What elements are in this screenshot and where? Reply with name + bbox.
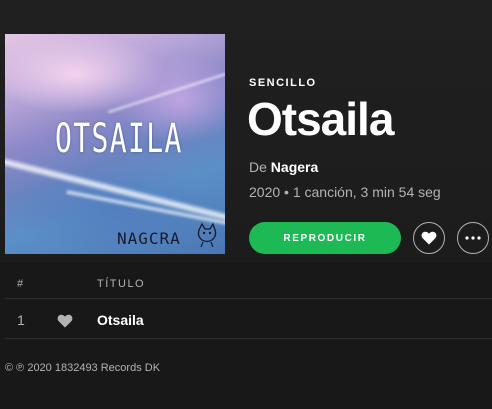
heart-icon (421, 231, 437, 245)
column-header-title[interactable]: TÍTULO (97, 278, 145, 290)
album-title: Otsaila (247, 93, 394, 145)
track-number: 1 (17, 312, 25, 328)
play-button[interactable]: REPRODUCIR (249, 222, 401, 254)
album-meta: 2020 • 1 canción, 3 min 54 seg (249, 184, 441, 200)
release-type-label: SENCILLO (249, 77, 317, 89)
divider (5, 338, 492, 339)
copyright-text: © ℗ 2020 1832493 Records DK (5, 362, 161, 374)
artist-line: De Nagera (249, 159, 318, 175)
cat-mascot-icon (197, 222, 217, 248)
heart-icon[interactable] (57, 314, 73, 328)
divider (5, 298, 492, 299)
cover-title-text: OTSAILA (55, 116, 183, 162)
track-title[interactable]: Otsaila (97, 312, 144, 328)
artist-link[interactable]: Nagera (271, 159, 318, 175)
artist-prefix: De (249, 159, 267, 175)
more-options-button[interactable] (457, 222, 489, 254)
ellipsis-icon (465, 236, 481, 240)
cover-brand-text: NAGCRA (117, 229, 181, 248)
table-row[interactable]: 1 Otsaila (0, 303, 492, 337)
column-header-number: # (17, 278, 25, 290)
album-cover: OTSAILA NAGCRA (5, 34, 225, 254)
like-button[interactable] (413, 222, 445, 254)
